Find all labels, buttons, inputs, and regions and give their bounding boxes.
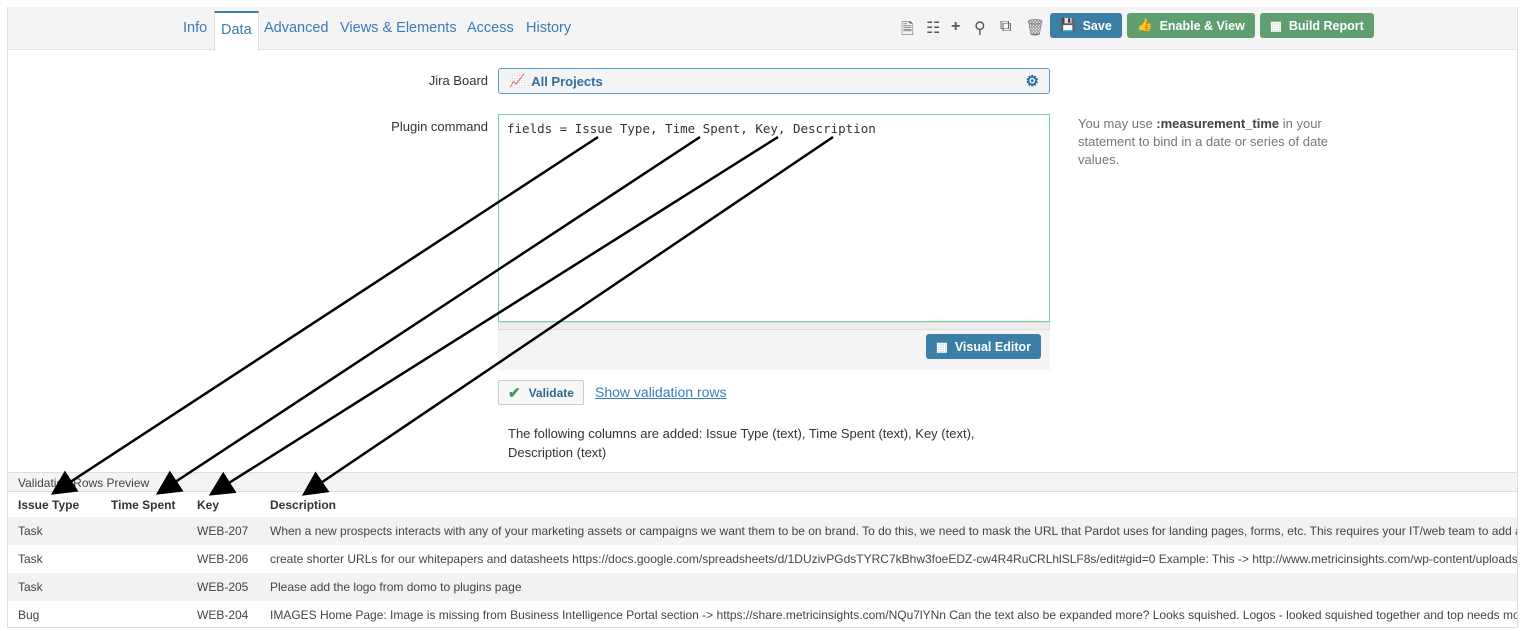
- trash-icon[interactable]: 🗑: [1025, 18, 1045, 38]
- table-cell: WEB-207: [187, 517, 260, 545]
- table-cell: Please add the logo from domo to plugins…: [260, 573, 1517, 601]
- visual-editor-label: Visual Editor: [954, 339, 1031, 354]
- tab-advanced[interactable]: Advanced: [264, 20, 329, 36]
- col-description[interactable]: Description: [260, 493, 1517, 517]
- table-cell: create shorter URLs for our whitepapers …: [270, 552, 1518, 566]
- tab-data[interactable]: Data: [214, 11, 259, 51]
- preview-title: Validation Rows Preview: [18, 476, 150, 490]
- plus-icon[interactable]: +: [951, 18, 960, 36]
- document-icon[interactable]: 🗎: [901, 18, 914, 45]
- save-button[interactable]: 💾 Save: [1050, 13, 1122, 38]
- table-icon: ▦: [1270, 19, 1282, 33]
- table-cell: Task: [8, 517, 101, 545]
- save-label: Save: [1082, 18, 1112, 33]
- table-cell: WEB-205: [187, 573, 260, 601]
- col-time-spent[interactable]: Time Spent: [101, 493, 187, 517]
- table-cell: WEB-206: [197, 552, 249, 566]
- enable-view-button[interactable]: 👍 Enable & View: [1127, 13, 1255, 38]
- table-cell: [101, 517, 187, 545]
- visual-editor-button[interactable]: ▦ Visual Editor: [926, 334, 1041, 359]
- help-bold: :measurement_time: [1156, 116, 1280, 131]
- tab-history[interactable]: History: [526, 20, 571, 36]
- table-cell: [101, 601, 187, 627]
- table-cell: [101, 573, 187, 601]
- resize-handle[interactable]: [498, 322, 1050, 330]
- hierarchy-icon[interactable]: ☷: [926, 18, 940, 38]
- check-icon: ✔: [508, 384, 521, 402]
- jira-board-select[interactable]: 📈 All Projects ⚙: [498, 68, 1050, 94]
- jira-board-label: Jira Board: [428, 73, 488, 88]
- enable-view-label: Enable & View: [1159, 18, 1245, 33]
- table-row: Task WEB-206 create shorter URLs for our w…: [8, 545, 1518, 573]
- table-cell: Bug: [18, 608, 40, 622]
- table-icon: ▦: [936, 340, 948, 354]
- table-cell: Task: [8, 573, 101, 601]
- help-text: You may use :measurement_time in your st…: [1078, 115, 1348, 169]
- preview-table: Issue Type Time Spent Key Description Ta…: [8, 493, 1518, 627]
- editor-footer: ▦ Visual Editor: [498, 330, 1050, 370]
- help-pre: You may use: [1078, 116, 1157, 131]
- chart-icon: 📈: [509, 73, 526, 88]
- validate-button[interactable]: ✔ Validate: [498, 380, 584, 405]
- tab-access[interactable]: Access: [467, 20, 514, 36]
- validation-preview-header[interactable]: Validation Rows Preview: [8, 472, 1517, 492]
- col-key[interactable]: Key: [187, 493, 260, 517]
- thumbs-up-icon: 👍: [1137, 18, 1153, 32]
- floppy-icon: 💾: [1060, 18, 1076, 32]
- gear-icon[interactable]: ⚙: [1026, 72, 1039, 90]
- table-cell: Task: [18, 552, 43, 566]
- tab-info[interactable]: Info: [183, 20, 207, 36]
- show-validation-rows-link[interactable]: Show validation rows: [595, 384, 727, 400]
- build-report-button[interactable]: ▦ Build Report: [1260, 13, 1374, 38]
- col-issue-type[interactable]: Issue Type: [8, 493, 101, 517]
- validate-label: Validate: [528, 385, 574, 400]
- table-row: Task WEB-205 Please add the logo from domo…: [8, 573, 1517, 601]
- search-icon[interactable]: ⚲: [974, 18, 986, 38]
- table-cell: When a new prospects interacts with any …: [260, 517, 1517, 545]
- table-row: Task WEB-207 When a new prospects interact…: [8, 517, 1517, 545]
- table-cell: WEB-204: [197, 608, 249, 622]
- jira-board-value: All Projects: [531, 73, 603, 89]
- page-frame: Info Data Advanced Views & Elements Acce…: [7, 7, 1518, 628]
- columns-added-text: The following columns are added: Issue T…: [508, 426, 975, 460]
- table-cell: IMAGES Home Page: Image is missing from …: [270, 608, 1518, 622]
- table-cell: [101, 545, 187, 573]
- tab-views-elements[interactable]: Views & Elements: [340, 20, 457, 36]
- plugin-command-input[interactable]: fields = Issue Type, Time Spent, Key, De…: [498, 114, 1050, 322]
- table-row: Bug WEB-204 IMAGES Home Page: Image is mis…: [8, 601, 1518, 627]
- copy-icon[interactable]: ⧉: [1000, 18, 1011, 36]
- build-report-label: Build Report: [1288, 18, 1364, 33]
- top-toolbar: Info Data Advanced Views & Elements Acce…: [8, 7, 1517, 51]
- plugin-command-label: Plugin command: [391, 119, 488, 134]
